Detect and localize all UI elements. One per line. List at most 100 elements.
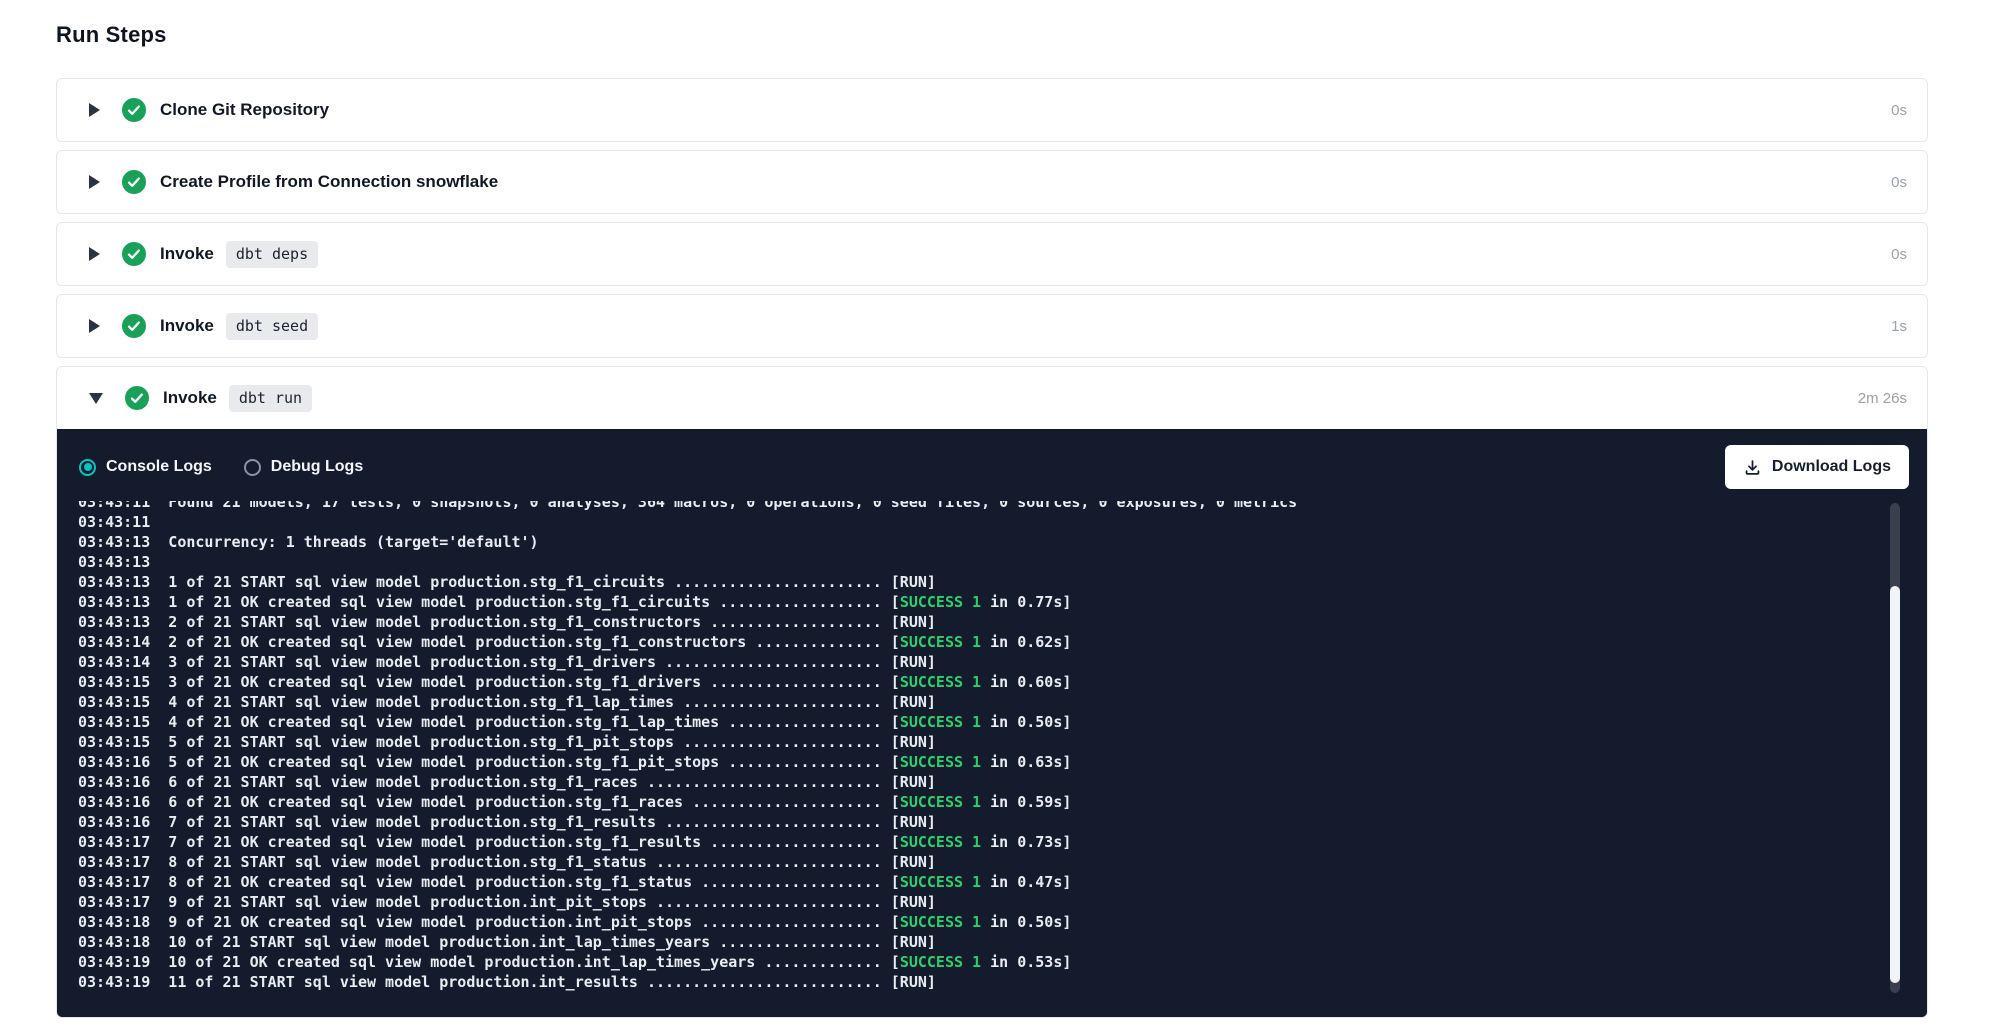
log-status-run: [RUN] (882, 693, 936, 711)
log-timestamp: 03:43:16 (78, 753, 150, 771)
log-status-success: SUCCESS 1 (900, 873, 981, 891)
run-step-header-clone-git[interactable]: Clone Git Repository 0s (57, 79, 1927, 141)
log-timestamp: 03:43:16 (78, 793, 150, 811)
log-status-duration: in 0.53s] (981, 953, 1071, 971)
run-step-card: Create Profile from Connection snowflake… (56, 150, 1928, 214)
run-step-header-create-profile[interactable]: Create Profile from Connection snowflake… (57, 151, 1927, 213)
log-status-bracket: [ (882, 913, 900, 931)
success-check-icon (122, 98, 146, 122)
step-command-badge: dbt deps (226, 241, 318, 268)
radio-selected-icon[interactable] (79, 459, 96, 476)
expand-caret-icon[interactable] (89, 319, 100, 333)
debug-logs-label: Debug Logs (271, 458, 363, 476)
success-check-icon (122, 314, 146, 338)
log-line: 03:43:13 Concurrency: 1 threads (target=… (78, 532, 1927, 552)
expand-caret-icon[interactable] (89, 175, 100, 189)
console-logs-radio-option[interactable]: Console Logs (79, 458, 212, 476)
console-logs[interactable]: 03:43:11 Found 21 models, 17 tests, 0 sn… (57, 501, 1927, 1003)
log-line: 03:43:13 1 of 21 OK created sql view mod… (78, 592, 1927, 612)
log-timestamp: 03:43:19 (78, 973, 150, 991)
log-timestamp: 03:43:14 (78, 653, 150, 671)
log-status-run: [RUN] (882, 933, 936, 951)
log-message: 4 of 21 START sql view model production.… (150, 693, 882, 711)
log-timestamp: 03:43:13 (78, 553, 150, 571)
log-status-duration: in 0.50s] (981, 713, 1071, 731)
debug-logs-radio-option[interactable]: Debug Logs (244, 458, 363, 476)
log-line: 03:43:13 1 of 21 START sql view model pr… (78, 572, 1927, 592)
log-line: 03:43:18 10 of 21 START sql view model p… (78, 932, 1927, 952)
log-message: 9 of 21 START sql view model production.… (150, 893, 882, 911)
log-status-success: SUCCESS 1 (900, 713, 981, 731)
run-step-card-expanded: Invoke dbt run 2m 26s Console Logs Debug… (56, 366, 1928, 1018)
log-timestamp: 03:43:19 (78, 953, 150, 971)
log-status-duration: in 0.77s] (981, 593, 1071, 611)
log-timestamp: 03:43:14 (78, 633, 150, 651)
console-log-area: 03:43:11 Found 21 models, 17 tests, 0 sn… (57, 501, 1927, 1003)
log-timestamp: 03:43:13 (78, 573, 150, 591)
log-status-run: [RUN] (882, 613, 936, 631)
log-status-duration: in 0.63s] (981, 753, 1071, 771)
log-message: 7 of 21 START sql view model production.… (150, 813, 882, 831)
log-timestamp: 03:43:17 (78, 893, 150, 911)
log-line: 03:43:16 7 of 21 START sql view model pr… (78, 812, 1927, 832)
log-status-bracket: [ (882, 873, 900, 891)
log-status-run: [RUN] (882, 653, 936, 671)
success-check-icon (125, 386, 149, 410)
log-message: 1 of 21 START sql view model production.… (150, 573, 882, 591)
log-message: 2 of 21 START sql view model production.… (150, 613, 882, 631)
run-step-card: Invoke dbt seed 1s (56, 294, 1928, 358)
log-panel: Console Logs Debug Logs Download Logs (57, 429, 1927, 1017)
log-status-success: SUCCESS 1 (900, 633, 981, 651)
step-command-badge: dbt seed (226, 313, 318, 340)
log-status-run: [RUN] (882, 893, 936, 911)
log-status-run: [RUN] (882, 573, 936, 591)
log-status-bracket: [ (882, 633, 900, 651)
log-line: 03:43:13 2 of 21 START sql view model pr… (78, 612, 1927, 632)
log-timestamp: 03:43:15 (78, 713, 150, 731)
expand-caret-icon[interactable] (89, 103, 100, 117)
log-status-run: [RUN] (882, 773, 936, 791)
log-status-duration: in 0.50s] (981, 913, 1071, 931)
log-status-success: SUCCESS 1 (900, 953, 981, 971)
log-scrollbar-thumb[interactable] (1890, 586, 1900, 983)
log-message: 8 of 21 OK created sql view model produc… (150, 873, 882, 891)
radio-unselected-icon[interactable] (244, 459, 261, 476)
log-status-duration: in 0.60s] (981, 673, 1071, 691)
log-timestamp: 03:43:16 (78, 813, 150, 831)
step-duration: 0s (1891, 102, 1907, 119)
run-step-header-dbt-seed[interactable]: Invoke dbt seed 1s (57, 295, 1927, 357)
log-status-success: SUCCESS 1 (900, 673, 981, 691)
step-label: Invoke (163, 388, 217, 408)
run-step-header-dbt-run[interactable]: Invoke dbt run 2m 26s (57, 367, 1927, 429)
log-scrollbar-track[interactable] (1890, 503, 1900, 993)
log-line: 03:43:15 4 of 21 OK created sql view mod… (78, 712, 1927, 732)
step-command-badge: dbt run (229, 385, 312, 412)
log-timestamp: 03:43:17 (78, 873, 150, 891)
log-message: 10 of 21 OK created sql view model produ… (150, 953, 882, 971)
log-status-success: SUCCESS 1 (900, 833, 981, 851)
log-line: 03:43:17 7 of 21 OK created sql view mod… (78, 832, 1927, 852)
step-label: Invoke (160, 316, 214, 336)
log-line: 03:43:19 11 of 21 START sql view model p… (78, 972, 1927, 992)
log-status-run: [RUN] (882, 813, 936, 831)
step-duration: 0s (1891, 246, 1907, 263)
expand-caret-icon[interactable] (89, 247, 100, 261)
collapse-caret-icon[interactable] (89, 393, 103, 404)
log-status-success: SUCCESS 1 (900, 793, 981, 811)
log-timestamp: 03:43:11 (78, 513, 150, 531)
log-timestamp: 03:43:15 (78, 693, 150, 711)
log-message: 9 of 21 OK created sql view model produc… (150, 913, 882, 931)
download-logs-button[interactable]: Download Logs (1725, 445, 1909, 489)
log-line: 03:43:19 10 of 21 OK created sql view mo… (78, 952, 1927, 972)
log-message: 3 of 21 OK created sql view model produc… (150, 673, 882, 691)
log-timestamp: 03:43:17 (78, 853, 150, 871)
log-status-duration: in 0.47s] (981, 873, 1071, 891)
run-steps-list: Clone Git Repository 0s Create Profile f… (56, 78, 1928, 1018)
log-status-success: SUCCESS 1 (900, 593, 981, 611)
log-status-run: [RUN] (882, 853, 936, 871)
log-line: 03:43:13 (78, 552, 1927, 572)
log-timestamp: 03:43:15 (78, 673, 150, 691)
run-step-card: Clone Git Repository 0s (56, 78, 1928, 142)
step-duration: 0s (1891, 174, 1907, 191)
run-step-header-dbt-deps[interactable]: Invoke dbt deps 0s (57, 223, 1927, 285)
